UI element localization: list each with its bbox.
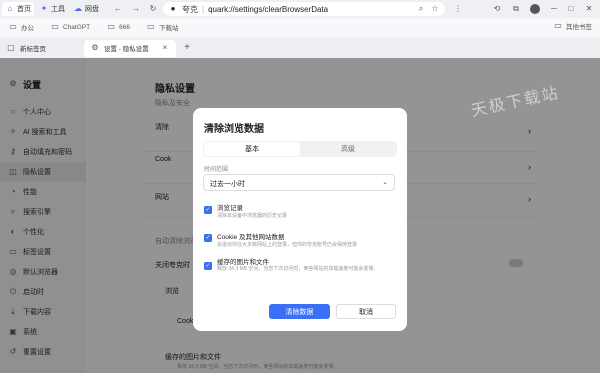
bookmarks-bar: ▭ 办公 ▭ ChatGPT ▭ 666 ▭ 下载站 ▭ 其他书签 [0, 18, 600, 36]
maximize-icon[interactable]: □ [566, 4, 576, 14]
tab-new-tab[interactable]: ▢ 新标签页 [0, 40, 84, 57]
folder-icon: ▭ [51, 22, 59, 31]
cache-desc: 释放 34.3 MB 空间。当您下次访问时，某些网站的加载速度可能会变慢。 [217, 266, 379, 272]
history-desc: 清除本设备中浏览器的历史记录 [217, 213, 288, 219]
extensions-icon[interactable]: ⧉ [511, 4, 521, 14]
bookmark-label: 下载站 [158, 25, 179, 32]
clear-data-button[interactable]: 清除数据 [269, 304, 330, 319]
star-icon[interactable]: ☆ [430, 4, 440, 14]
quark-logo-icon: ● [170, 4, 176, 13]
minimize-icon[interactable]: ─ [549, 4, 559, 14]
bookmark-office[interactable]: ▭ 办公 [0, 22, 42, 33]
cache-title: 缓存的图片和文件 [217, 259, 269, 266]
time-range-label: 时间范围 [204, 167, 229, 173]
cookies-desc: 会退出你在大多数网站上的登录，但你的夸克账号仍会保持登录 [217, 242, 358, 248]
bookmark-label: 666 [119, 23, 130, 31]
check-icon: ✓ [205, 263, 211, 269]
nav-tab-cloud[interactable]: ☁ 网盘 [70, 2, 102, 16]
nav-tab-tools[interactable]: ✦ 工具 [36, 2, 68, 16]
gear-icon: ⚙ [91, 43, 99, 52]
folder-icon: ▭ [9, 22, 17, 31]
more-icon[interactable]: ⋮ [453, 4, 463, 14]
tab-settings[interactable]: ⚙ 设置 - 隐私设置 × [84, 39, 176, 57]
reload-icon[interactable]: ↻ [148, 4, 158, 14]
tab-basic[interactable]: 基本 [204, 142, 300, 156]
cache-checkbox[interactable]: ✓ [204, 262, 212, 270]
tab-strip: ▢ 新标签页 ⚙ 设置 - 隐私设置 × + [0, 38, 600, 58]
home-icon: ⌂ [7, 4, 13, 13]
bookmark-label: ChatGPT [63, 23, 91, 31]
close-icon[interactable]: ✕ [584, 4, 594, 14]
history-checkbox[interactable]: ✓ [204, 206, 212, 214]
nav-tab-label: 工具 [51, 6, 65, 13]
tools-icon: ✦ [40, 4, 48, 13]
cloud-drive-icon: ☁ [74, 4, 82, 13]
tab-advanced[interactable]: 高级 [300, 142, 396, 156]
forward-icon[interactable]: → [131, 4, 141, 14]
cookies-title: Cookie 及其他网站数据 [217, 234, 285, 241]
bookmark-chatgpt[interactable]: ▭ ChatGPT [42, 22, 98, 32]
nav-tab-home[interactable]: ⌂ 首页 [2, 2, 34, 16]
tab-label: 设置 - 隐私设置 [104, 46, 149, 53]
new-tab-icon[interactable]: + [182, 43, 192, 53]
nav-tab-label: 首页 [17, 6, 31, 13]
check-icon: ✓ [205, 207, 211, 213]
time-range-select[interactable]: 过去一小时 ⌄ [203, 174, 395, 191]
back-icon[interactable]: ← [113, 4, 123, 14]
folder-icon: ▭ [107, 22, 115, 31]
nav-tab-label: 网盘 [85, 6, 99, 13]
folder-icon: ▭ [147, 22, 155, 31]
tab-label: 新标签页 [20, 46, 46, 53]
history-title: 浏览记录 [217, 205, 243, 212]
check-icon: ✓ [205, 235, 211, 241]
page-icon: ▢ [7, 43, 15, 52]
address-bar[interactable]: ● 夸克 | quark://settings/clearBrowserData… [163, 2, 445, 16]
avatar[interactable] [530, 4, 540, 14]
time-range-value: 过去一小时 [210, 181, 245, 188]
folder-icon: ▭ [554, 21, 562, 30]
dialog-title: 清除浏览数据 [204, 124, 264, 135]
bookmark-label: 办公 [21, 25, 34, 32]
bookmark-label: 其他书签 [566, 24, 592, 31]
url-text[interactable]: quark://settings/clearBrowserData [208, 5, 328, 14]
bookmark-download-site[interactable]: ▭ 下载站 [138, 22, 187, 33]
clear-data-dialog: 清除浏览数据 基本 高级 时间范围 过去一小时 ⌄ ✓ 浏览记录 清除本设备中浏… [193, 108, 407, 331]
other-bookmarks[interactable]: ▭ 其他书签 [545, 21, 600, 32]
search-icon[interactable]: ⌕ [416, 4, 426, 14]
search-engine-label: 夸克 [182, 4, 198, 14]
chevron-down-icon: ⌄ [382, 179, 388, 186]
bookmark-666[interactable]: ▭ 666 [98, 22, 138, 32]
close-tab-icon[interactable]: × [160, 43, 170, 53]
dialog-tabs: 基本 高级 [203, 141, 397, 157]
sync-icon[interactable]: ⟲ [492, 4, 502, 14]
cancel-button[interactable]: 取消 [336, 304, 396, 319]
top-toolbar: ⌂ 首页 ✦ 工具 ☁ 网盘 ← → ↻ ● 夸克 | quark://sett… [0, 0, 600, 18]
cookies-checkbox[interactable]: ✓ [204, 234, 212, 242]
